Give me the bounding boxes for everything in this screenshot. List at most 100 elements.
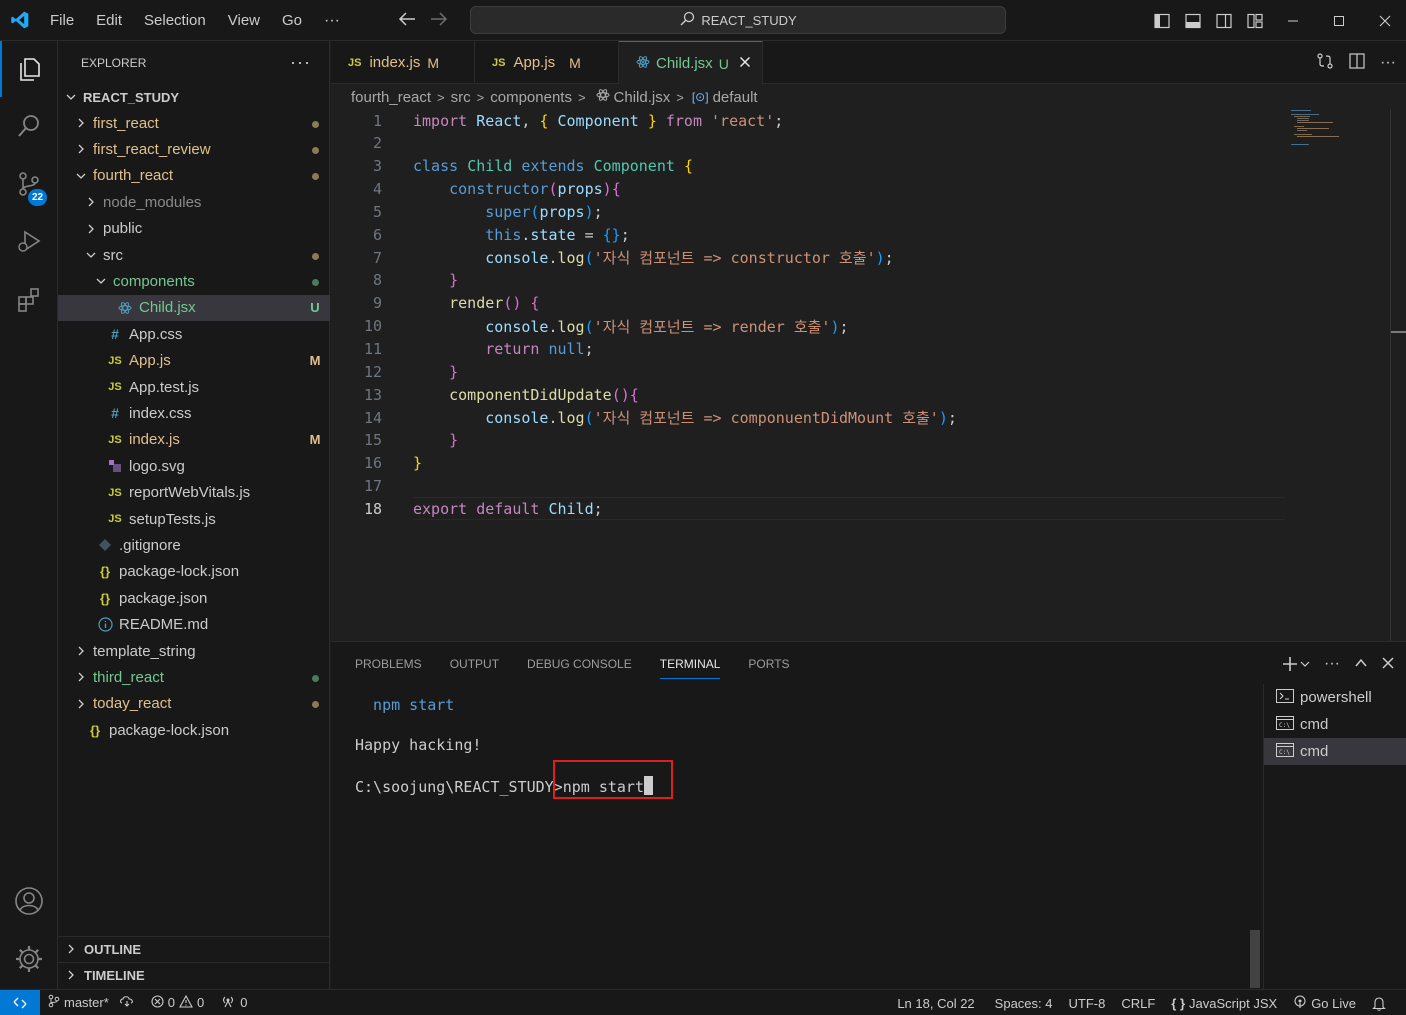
toggle-secondary-sidebar-icon[interactable] xyxy=(1208,0,1239,41)
back-arrow-icon[interactable] xyxy=(398,12,416,29)
minimize-icon[interactable] xyxy=(1270,0,1316,41)
terminal-item-powershell[interactable]: powershell xyxy=(1264,684,1406,711)
customize-layout-icon[interactable] xyxy=(1239,0,1270,41)
command-center-search[interactable]: REACT_STUDY xyxy=(470,6,1006,34)
terminal-item-cmd-active[interactable]: C:\ cmd xyxy=(1264,738,1406,765)
tab-app-js[interactable]: JS App.js M xyxy=(475,41,619,84)
code-line[interactable]: 2 xyxy=(331,132,1391,155)
outline-section[interactable]: OUTLINE xyxy=(58,936,330,962)
remote-indicator-icon[interactable] xyxy=(0,989,40,1015)
code-line[interactable]: 13 componentDidUpdate(){ xyxy=(331,383,1391,406)
extensions-icon[interactable] xyxy=(0,271,58,327)
tree-file[interactable]: Child.jsx U xyxy=(58,294,330,321)
forward-arrow-icon[interactable] xyxy=(430,12,448,29)
code-line[interactable]: 11 return null; xyxy=(331,338,1391,361)
tab-problems[interactable]: PROBLEMS xyxy=(355,642,436,686)
tree-file[interactable]: JS setupTests.js xyxy=(58,506,330,532)
compare-changes-icon[interactable] xyxy=(1316,52,1334,73)
tree-file[interactable]: logo.svg xyxy=(58,453,330,479)
tab-child-jsx[interactable]: Child.jsx U xyxy=(619,41,763,85)
explorer-more-button[interactable]: ··· xyxy=(290,52,311,73)
tab-index-js[interactable]: JS index.js M xyxy=(331,41,475,84)
branch-status[interactable]: master* xyxy=(40,990,143,1015)
toggle-panel-icon[interactable] xyxy=(1177,0,1208,41)
terminal-scrollbar[interactable] xyxy=(1250,930,1260,988)
end-of-line[interactable]: CRLF xyxy=(1113,990,1163,1015)
language-mode[interactable]: { } JavaScript JSX xyxy=(1163,990,1285,1015)
tree-file[interactable]: # index.css xyxy=(58,400,330,426)
terminal-item-cmd[interactable]: C:\ cmd xyxy=(1264,711,1406,738)
source-control-icon[interactable] xyxy=(0,156,58,212)
toggle-primary-sidebar-icon[interactable] xyxy=(1146,0,1177,41)
tree-folder[interactable]: node_modules xyxy=(58,189,330,215)
code-line[interactable]: 5 super(props); xyxy=(331,200,1391,223)
maximize-panel-icon[interactable] xyxy=(1354,656,1368,673)
code-line[interactable]: 4 constructor(props){ xyxy=(331,178,1391,201)
timeline-section[interactable]: TIMELINE xyxy=(58,962,330,988)
tree-file[interactable]: # App.css xyxy=(58,321,330,347)
close-tab-icon[interactable] xyxy=(739,55,751,72)
code-line[interactable]: 14 console.log('자식 컴포넌트 => componuentDid… xyxy=(331,406,1391,429)
tree-root-folder[interactable]: REACT_STUDY xyxy=(58,84,330,110)
code-line[interactable]: 1 import React, { Component } from 'react… xyxy=(331,109,1391,132)
code-line[interactable]: 12 } xyxy=(331,360,1391,383)
maximize-icon[interactable] xyxy=(1316,0,1362,41)
run-debug-icon[interactable] xyxy=(0,213,58,269)
indentation[interactable]: Spaces: 4 xyxy=(987,990,1061,1015)
tree-file[interactable]: JS App.test.js xyxy=(58,374,330,400)
code-line[interactable]: 6 this.state = {}; xyxy=(331,223,1391,246)
cursor-position[interactable]: Ln 18, Col 22 xyxy=(889,990,982,1015)
tree-file[interactable]: JS App.js M xyxy=(58,348,330,374)
code-line[interactable]: 9 render() { xyxy=(331,292,1391,315)
tab-output[interactable]: OUTPUT xyxy=(450,642,513,686)
tree-file[interactable]: README.md xyxy=(58,612,330,638)
tab-ports[interactable]: PORTS xyxy=(748,642,803,686)
tree-file[interactable]: .gitignore xyxy=(58,532,330,558)
tree-file[interactable]: JS index.js M xyxy=(58,427,330,453)
code-editor[interactable]: 1 import React, { Component } from 'react… xyxy=(331,109,1406,641)
tab-debug-console[interactable]: DEBUG CONSOLE xyxy=(527,642,646,686)
tree-folder[interactable]: src xyxy=(58,242,330,268)
tree-folder[interactable]: first_react_review xyxy=(58,136,330,162)
code-line[interactable]: 17 xyxy=(331,475,1391,498)
new-terminal-icon[interactable] xyxy=(1282,656,1310,672)
code-line[interactable]: 16} xyxy=(331,452,1391,475)
menu-edit[interactable]: Edit xyxy=(85,0,133,41)
breadcrumb-item[interactable]: components xyxy=(490,89,572,106)
breadcrumb-item[interactable]: src xyxy=(451,89,471,106)
code-line[interactable]: 15 } xyxy=(331,429,1391,452)
menu-file[interactable]: File xyxy=(40,0,85,41)
tab-terminal[interactable]: TERMINAL xyxy=(659,642,735,686)
split-editor-icon[interactable] xyxy=(1348,52,1366,73)
notifications-bell-icon[interactable] xyxy=(1364,990,1394,1015)
explorer-icon[interactable] xyxy=(0,41,58,97)
tree-file[interactable]: {} package-lock.json xyxy=(58,559,330,585)
breadcrumb-item[interactable]: Child.jsx xyxy=(614,89,671,106)
code-line[interactable]: 18 export default Child; xyxy=(331,497,1391,520)
tree-folder[interactable]: first_react xyxy=(58,110,330,136)
tree-folder[interactable]: components xyxy=(58,268,330,294)
tree-folder[interactable]: template_string xyxy=(58,638,330,664)
tree-folder[interactable]: public xyxy=(58,216,330,242)
search-icon[interactable] xyxy=(0,98,58,154)
tree-folder[interactable]: today_react xyxy=(58,691,330,717)
sync-icon[interactable] xyxy=(119,995,135,1010)
minimap[interactable] xyxy=(1291,109,1361,149)
tree-folder[interactable]: third_react xyxy=(58,664,330,690)
code-line[interactable]: 8 } xyxy=(331,269,1391,292)
encoding[interactable]: UTF-8 xyxy=(1061,990,1114,1015)
menu-selection[interactable]: Selection xyxy=(133,0,217,41)
go-live-button[interactable]: Go Live xyxy=(1285,990,1364,1015)
terminal-output[interactable]: npm start Happy hacking! C:\soojung\REAC… xyxy=(355,686,1255,986)
breadcrumb-item[interactable]: fourth_react xyxy=(351,89,431,106)
manage-gear-icon[interactable] xyxy=(0,931,58,987)
panel-more-icon[interactable]: ··· xyxy=(1324,655,1340,673)
tree-folder[interactable]: fourth_react xyxy=(58,163,330,189)
problems-status[interactable]: 0 0 xyxy=(143,990,212,1015)
tree-file[interactable]: JS reportWebVitals.js xyxy=(58,480,330,506)
menu-view[interactable]: View xyxy=(217,0,271,41)
ports-status[interactable]: 0 xyxy=(212,990,255,1015)
menu-go[interactable]: Go xyxy=(271,0,313,41)
breadcrumb-item[interactable]: default xyxy=(713,89,758,106)
code-line[interactable]: 7 console.log('자식 컴포넌트 => constructor 호출… xyxy=(331,246,1391,269)
